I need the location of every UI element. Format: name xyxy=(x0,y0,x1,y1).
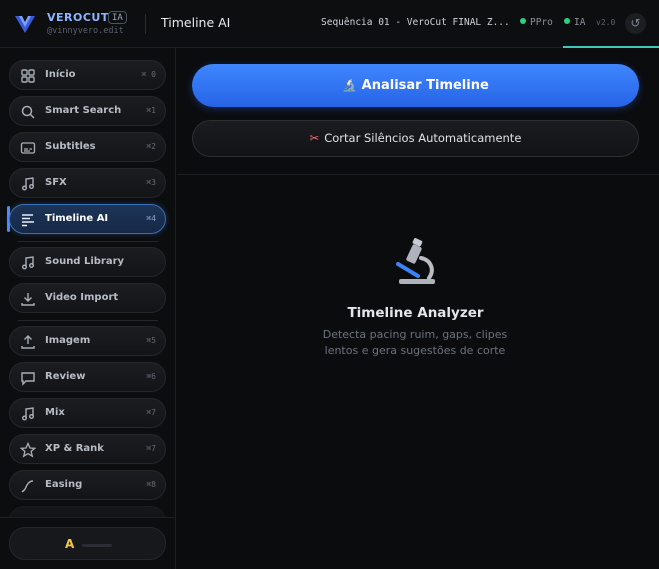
sidebar-divider xyxy=(18,320,158,321)
sidebar-item-label: Smart Search xyxy=(45,105,122,116)
subtitles-icon xyxy=(20,142,36,154)
easing-curve-icon xyxy=(21,480,34,493)
refresh-button[interactable]: ↺ xyxy=(625,13,646,34)
sidebar-footer: A xyxy=(0,517,175,569)
top-bar: VEROCUT IA @vinnyvero.edit Timeline AI S… xyxy=(0,0,659,48)
sidebar-item-label: Review xyxy=(45,371,86,382)
ppro-status: PPro xyxy=(520,17,553,28)
scissors-icon: ✂ xyxy=(309,131,320,145)
shortcut-hint: ⌘1 xyxy=(146,106,156,115)
grid-icon xyxy=(21,69,35,83)
search-icon xyxy=(21,105,35,119)
music-note-icon xyxy=(22,407,34,421)
shortcut-hint: ⌘7 xyxy=(146,408,156,417)
shortcut-hint: ⌘8 xyxy=(146,480,156,489)
sidebar-item-label: Imagem xyxy=(45,335,91,346)
timeline-icon xyxy=(22,214,34,227)
upload-icon xyxy=(21,335,35,349)
analyze-timeline-label: Analisar Timeline xyxy=(361,78,489,93)
shortcut-hint: ⌘5 xyxy=(146,336,156,345)
status-dot-icon xyxy=(520,18,526,24)
cut-silences-label: Cortar Silêncios Automaticamente xyxy=(324,131,522,145)
microscope-icon xyxy=(396,238,435,284)
sidebar-item-label: Subtitles xyxy=(45,141,96,152)
user-handle: @vinnyvero.edit xyxy=(47,26,124,36)
empty-state-description: Detecta pacing ruim, gaps, clipes lentos… xyxy=(322,328,508,357)
star-icon xyxy=(20,442,36,458)
shortcut-hint: ⌘6 xyxy=(146,372,156,381)
ppro-status-label: PPro xyxy=(530,17,553,28)
sidebar-item-sound-library[interactable]: Sound Library xyxy=(9,247,166,277)
user-rank-letter: A xyxy=(65,537,75,551)
sidebar-divider xyxy=(18,241,158,242)
sidebar-item-video-import[interactable]: Video Import xyxy=(9,283,166,313)
sidebar-item-timeline-ai[interactable]: Timeline AI ⌘4 xyxy=(9,204,166,234)
comment-icon xyxy=(21,372,35,386)
sidebar-item-inicio[interactable]: Início ⌘ 0 xyxy=(9,60,166,90)
sidebar-item-mix[interactable]: Mix ⌘7 xyxy=(9,398,166,428)
sidebar-item-sfx[interactable]: SFX ⌘3 xyxy=(9,168,166,198)
verocut-logo-icon xyxy=(15,16,35,33)
ia-status-label: IA xyxy=(574,17,586,28)
empty-state-title: Timeline Analyzer xyxy=(347,305,484,321)
sidebar-item-label: Easing xyxy=(45,479,83,490)
header-divider xyxy=(145,14,146,34)
sidebar-item-label: Timeline AI xyxy=(45,213,109,224)
main-panel: 🔬 Analisar Timeline ✂ Cortar Silêncios Au… xyxy=(177,48,659,569)
sidebar-item-label: XP & Rank xyxy=(45,443,104,454)
shortcut-hint: ⌘7 xyxy=(146,444,156,453)
cut-silences-button[interactable]: ✂ Cortar Silêncios Automaticamente xyxy=(192,120,639,157)
version-label: v2.0 xyxy=(596,18,616,27)
brand-name: VEROCUT xyxy=(47,11,109,24)
shortcut-hint: ⌘ 0 xyxy=(141,70,156,79)
page-title: Timeline AI xyxy=(161,15,231,30)
analyze-timeline-button[interactable]: 🔬 Analisar Timeline xyxy=(192,64,639,107)
sidebar-item-imagem[interactable]: Imagem ⌘5 xyxy=(9,326,166,356)
status-dot-icon xyxy=(564,18,570,24)
shortcut-hint: ⌘4 xyxy=(146,214,156,223)
music-note-icon xyxy=(22,256,34,270)
download-icon xyxy=(21,293,35,306)
section-divider xyxy=(177,174,659,175)
microscope-icon: 🔬 xyxy=(342,78,358,92)
sidebar-item-label: Video Import xyxy=(45,292,119,303)
sidebar-item-subtitles[interactable]: Subtitles ⌘2 xyxy=(9,132,166,162)
ia-status: IA xyxy=(564,17,585,28)
music-note-icon xyxy=(22,177,34,191)
user-rank-pill[interactable]: A xyxy=(9,527,166,560)
sequence-name[interactable]: Sequência 01 - VeroCut FINAL Z... xyxy=(321,17,511,28)
sidebar-item-label: SFX xyxy=(45,177,67,188)
brand-badge: IA xyxy=(108,11,127,24)
sidebar-item-label: Sound Library xyxy=(45,256,125,267)
sidebar: Início ⌘ 0 Smart Search ⌘1 Subtitles ⌘2 … xyxy=(0,48,176,569)
rank-progress-bar xyxy=(82,544,112,547)
sidebar-item-easing[interactable]: Easing ⌘8 xyxy=(9,470,166,500)
shortcut-hint: ⌘2 xyxy=(146,142,156,151)
refresh-icon: ↺ xyxy=(630,16,641,30)
sidebar-item-xp-rank[interactable]: XP & Rank ⌘7 xyxy=(9,434,166,464)
sidebar-item-label: Mix xyxy=(45,407,65,418)
sidebar-item-label: Início xyxy=(45,69,76,80)
sidebar-item-smart-search[interactable]: Smart Search ⌘1 xyxy=(9,96,166,126)
sidebar-item-review[interactable]: Review ⌘6 xyxy=(9,362,166,392)
shortcut-hint: ⌘3 xyxy=(146,178,156,187)
